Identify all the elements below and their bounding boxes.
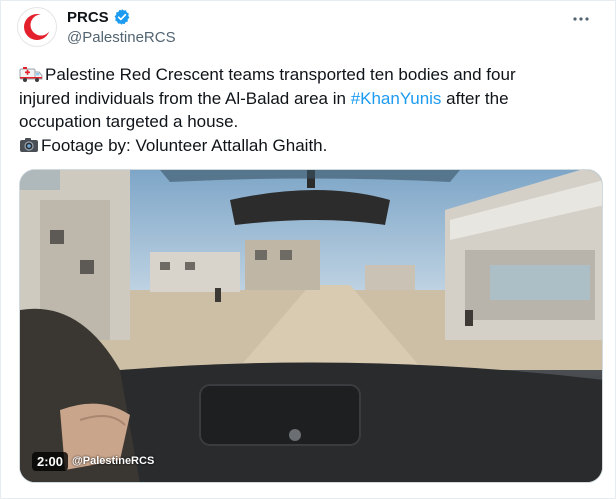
tweet-text: Palestine Red Crescent teams transported… xyxy=(19,63,589,157)
hashtag-link[interactable]: #KhanYunis xyxy=(351,89,442,108)
author-name-row: PRCS xyxy=(67,8,131,26)
display-name[interactable]: PRCS xyxy=(67,9,109,26)
red-crescent-logo-icon xyxy=(24,14,52,40)
video-duration: 2:00 xyxy=(32,451,69,471)
ambulance-emoji-icon xyxy=(19,67,43,82)
tweet-text-line-2: injured individuals from the Al-Balad ar… xyxy=(19,87,589,111)
camera-emoji-icon xyxy=(20,137,38,152)
video-player[interactable]: 2:00 @PalestineRCS xyxy=(19,169,603,483)
tweet-card[interactable]: PRCS @PalestineRCS Palestine Red Crescen… xyxy=(0,0,616,499)
verified-badge-icon xyxy=(114,9,130,25)
video-watermark: @PalestineRCS xyxy=(72,455,155,467)
video-thumbnail xyxy=(20,170,602,482)
more-options-icon[interactable] xyxy=(569,7,593,31)
author-handle[interactable]: @PalestineRCS xyxy=(67,29,176,46)
video-duration-overlay: 2:00 @PalestineRCS xyxy=(32,450,154,472)
more-dots-glyph xyxy=(573,17,589,21)
tweet-text-line-3: occupation targeted a house. xyxy=(19,112,239,131)
tweet-text-line-1-content: Palestine Red Crescent teams transported… xyxy=(45,65,516,84)
tweet-text-line-1: Palestine Red Crescent teams transported… xyxy=(19,63,589,87)
tweet-text-line-4: Footage by: Volunteer Attallah Ghaith. xyxy=(19,134,589,158)
tweet-text-line-4-content: Footage by: Volunteer Attallah Ghaith. xyxy=(41,135,328,155)
avatar[interactable] xyxy=(17,7,57,47)
tweet-text-line-2-pre: injured individuals from the Al-Balad ar… xyxy=(19,88,351,108)
tweet-text-line-2-post: after the xyxy=(441,88,509,108)
